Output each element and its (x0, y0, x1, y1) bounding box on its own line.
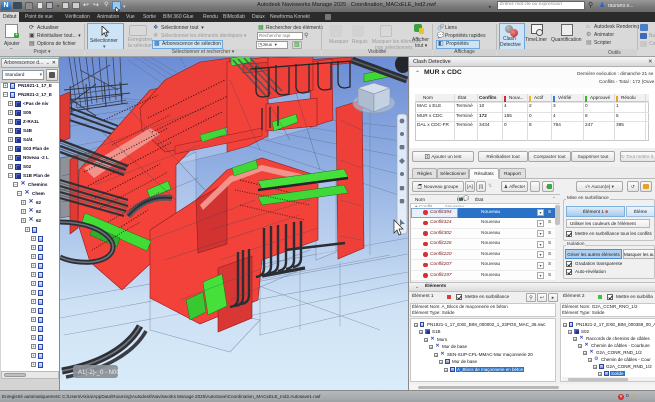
svg-text:A1(-2)-_0 - N00: A1(-2)-_0 - N00 (78, 370, 120, 376)
